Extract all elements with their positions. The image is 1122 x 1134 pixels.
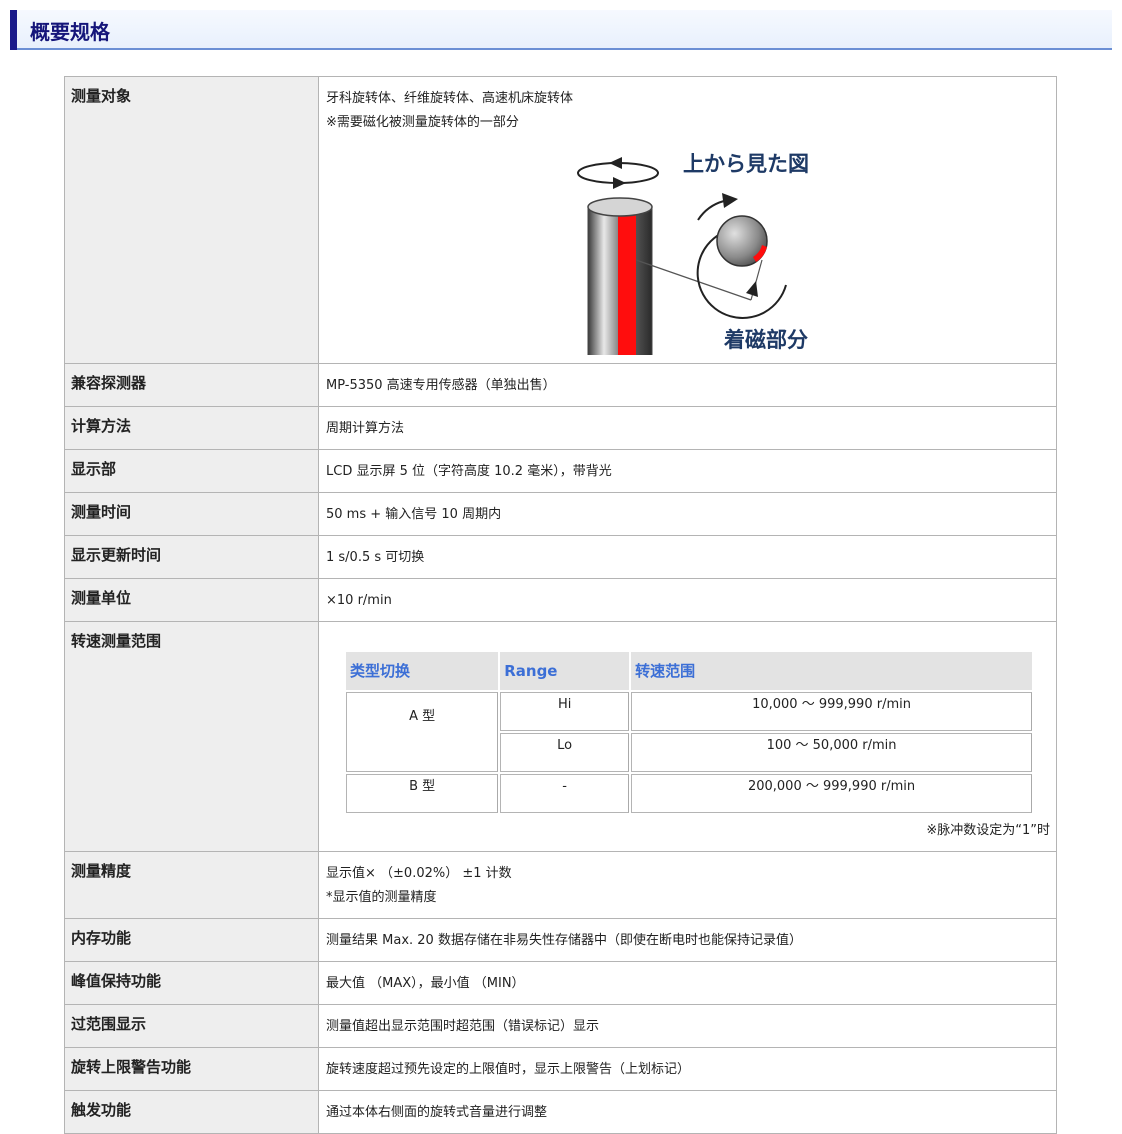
header-accent-bar — [10, 10, 17, 50]
table-row: 内存功能 测量结果 Max. 20 数据存储在非易失性存储器中（即使在断电时也能… — [64, 918, 1057, 962]
range-header-type: 类型切换 — [346, 652, 499, 690]
row-value: 测量值超出显示范围时超范围（错误标记）显示 — [318, 1004, 1057, 1048]
row-label: 显示部 — [64, 449, 319, 493]
range-note: ※脉冲数设定为“1”时 — [926, 823, 1050, 838]
table-row: 触发功能 通过本体右侧面的旋转式音量进行调整 — [64, 1090, 1057, 1134]
speed-cell: 10,000 ～ 999,990 r/min — [631, 692, 1032, 731]
top-view-label: 上から見た図 — [683, 153, 809, 176]
row-label: 测量精度 — [64, 851, 319, 919]
table-row: 显示更新时间 1 s/0.5 s 可切换 — [64, 535, 1057, 579]
spec-table: 测量对象 牙科旋转体、纤维旋转体、高速机床旋转体 ※需要磁化被测量旋转体的一部分 — [64, 76, 1057, 1134]
row-label: 兼容探测器 — [64, 363, 319, 407]
range-header-range: Range — [500, 652, 630, 690]
table-row: 测量时间 50 ms + 输入信号 10 周期内 — [64, 492, 1057, 536]
row-value: 牙科旋转体、纤维旋转体、高速机床旋转体 ※需要磁化被测量旋转体的一部分 上から見… — [318, 76, 1057, 368]
table-row: 测量精度 显示值× （±0.02%） ±1 计数 *显示值的测量精度 — [64, 851, 1057, 919]
row-value: 通过本体右侧面的旋转式音量进行调整 — [318, 1090, 1057, 1134]
table-row: 计算方法 周期计算方法 — [64, 406, 1057, 450]
row-label: 触发功能 — [64, 1090, 319, 1134]
value-line: ※需要磁化被测量旋转体的一部分 — [326, 115, 519, 130]
type-b-cell: B 型 — [346, 774, 499, 813]
table-row: 旋转上限警告功能 旋转速度超过预先设定的上限值时，显示上限警告（上划标记） — [64, 1047, 1057, 1091]
row-value: 1 s/0.5 s 可切换 — [318, 535, 1057, 579]
type-a-cell: A 型 — [346, 692, 499, 772]
row-value: 测量结果 Max. 20 数据存储在非易失性存储器中（即使在断电时也能保持记录值… — [318, 918, 1057, 962]
row-value: 显示值× （±0.02%） ±1 计数 *显示值的测量精度 — [318, 851, 1057, 919]
speed-cell: 200,000 ～ 999,990 r/min — [631, 774, 1032, 813]
table-row: 兼容探测器 MP-5350 高速专用传感器（单独出售） — [64, 363, 1057, 407]
row-value: 旋转速度超过预先设定的上限值时，显示上限警告（上划标记） — [318, 1047, 1057, 1091]
row-value: 最大值 （MAX），最小值 （MIN） — [318, 961, 1057, 1005]
table-row: 测量单位 ×10 r/min — [64, 578, 1057, 622]
rotation-diagram: 上から見た図 着磁部分 — [577, 153, 809, 368]
row-label: 显示更新时间 — [64, 535, 319, 579]
section-header: 概要规格 — [10, 10, 1112, 50]
table-row: 峰值保持功能 最大值 （MAX），最小值 （MIN） — [64, 961, 1057, 1005]
section-title: 概要规格 — [30, 20, 110, 44]
row-label: 转速测量范围 — [64, 621, 319, 852]
row-label: 内存功能 — [64, 918, 319, 962]
row-value: LCD 显示屏 5 位（字符高度 10.2 毫米），带背光 — [318, 449, 1057, 493]
value-line: *显示值的测量精度 — [326, 890, 437, 905]
row-label: 测量对象 — [64, 76, 319, 364]
row-value: MP-5350 高速专用传感器（单独出售） — [318, 363, 1057, 407]
row-label: 过范围显示 — [64, 1004, 319, 1048]
value-line: 显示值× （±0.02%） ±1 计数 — [326, 866, 512, 881]
table-row: 转速测量范围 类型切换 Range 转速范围 A 型 Hi 10,000 ～ 9… — [64, 621, 1057, 852]
magnet-label: 着磁部分 — [723, 328, 808, 352]
rotation-illustration: 上から見た図 着磁部分 — [326, 135, 1050, 368]
range-cell: - — [500, 774, 630, 813]
row-label: 计算方法 — [64, 406, 319, 450]
row-label: 旋转上限警告功能 — [64, 1047, 319, 1091]
row-label: 峰值保持功能 — [64, 961, 319, 1005]
range-cell: Hi — [500, 692, 630, 731]
row-label: 测量单位 — [64, 578, 319, 622]
row-label: 测量时间 — [64, 492, 319, 536]
speed-range-table: 类型切换 Range 转速范围 A 型 Hi 10,000 ～ 999,990 … — [344, 650, 1034, 815]
table-row: 测量对象 牙科旋转体、纤维旋转体、高速机床旋转体 ※需要磁化被测量旋转体的一部分 — [64, 76, 1057, 368]
table-row: 显示部 LCD 显示屏 5 位（字符高度 10.2 毫米），带背光 — [64, 449, 1057, 493]
row-value: 50 ms + 输入信号 10 周期内 — [318, 492, 1057, 536]
table-row: 过范围显示 测量值超出显示范围时超范围（错误标记）显示 — [64, 1004, 1057, 1048]
row-value: 类型切换 Range 转速范围 A 型 Hi 10,000 ～ 999,990 … — [318, 621, 1057, 852]
range-header-speed: 转速范围 — [631, 652, 1032, 690]
range-cell: Lo — [500, 733, 630, 772]
value-line: 牙科旋转体、纤维旋转体、高速机床旋转体 — [326, 91, 574, 106]
row-value: ×10 r/min — [318, 578, 1057, 622]
row-value: 周期计算方法 — [318, 406, 1057, 450]
speed-cell: 100 ～ 50,000 r/min — [631, 733, 1032, 772]
